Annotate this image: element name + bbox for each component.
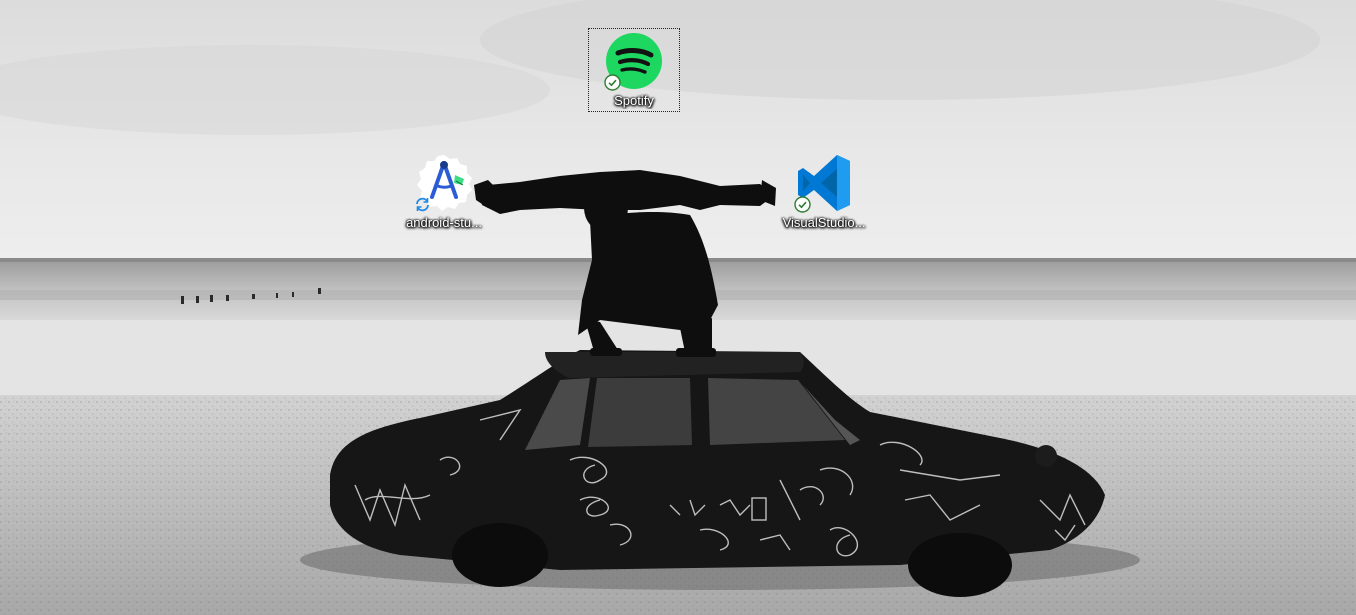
desktop[interactable]: Spotify android-stu... VisualStudio...: [0, 0, 1356, 615]
synced-check-icon: [604, 74, 621, 91]
desktop-icon-vscode[interactable]: VisualStudio...: [778, 150, 870, 234]
desktop-icon-label: android-stu...: [406, 215, 482, 230]
desktop-icon-label: VisualStudio...: [782, 215, 866, 230]
desktop-icon-android-studio[interactable]: android-stu...: [398, 150, 490, 234]
spotify-icon: [604, 31, 664, 91]
vscode-icon: [794, 153, 854, 213]
android-studio-icon: [414, 153, 474, 213]
desktop-icon-spotify[interactable]: Spotify: [588, 28, 680, 112]
desktop-icon-label: Spotify: [614, 93, 654, 108]
syncing-icon: [414, 196, 431, 213]
synced-check-icon: [794, 196, 811, 213]
